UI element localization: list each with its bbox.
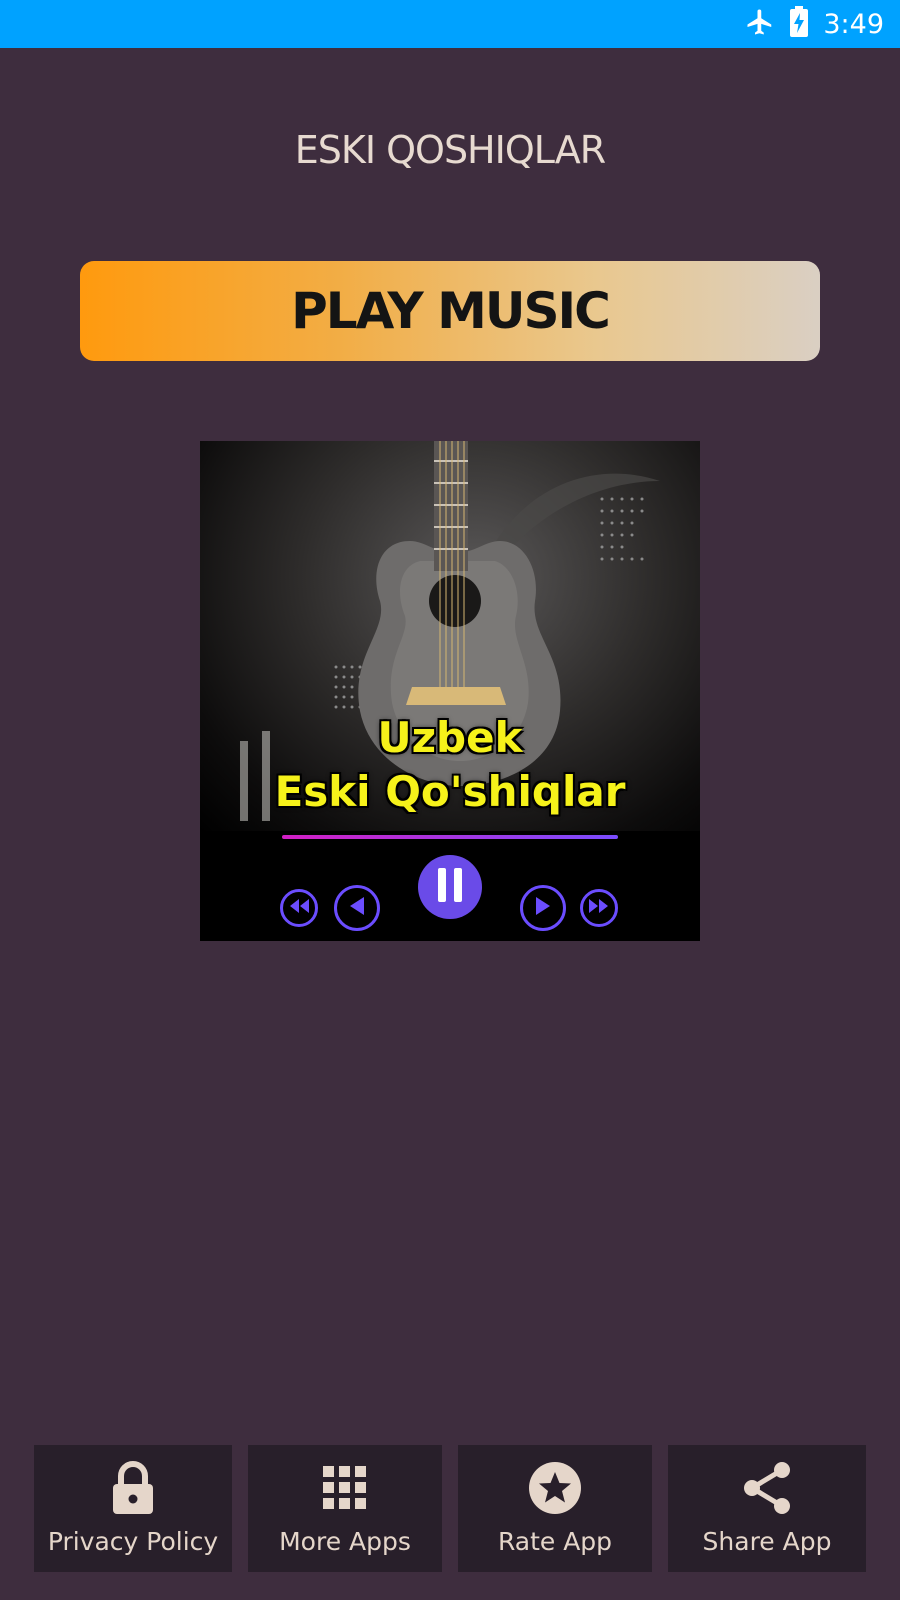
share-icon	[742, 1461, 792, 1515]
rewind-button[interactable]	[280, 889, 318, 927]
pause-button[interactable]	[418, 855, 482, 919]
player-controls	[200, 441, 700, 941]
player-card: Uzbek Eski Qo'shiqlar	[200, 441, 700, 941]
fast-forward-icon	[587, 898, 611, 919]
privacy-policy-button[interactable]: Privacy Policy	[34, 1445, 232, 1572]
app-title: ESKI QOSHIQLAR	[294, 128, 606, 172]
bottom-nav: Privacy Policy More Apps Rate App Share …	[34, 1445, 866, 1572]
status-bar: 3:49	[0, 0, 900, 48]
next-icon	[534, 896, 552, 921]
share-app-label: Share App	[702, 1527, 832, 1556]
status-icons: 3:49	[745, 0, 884, 48]
airplane-mode-icon	[745, 7, 775, 42]
previous-button[interactable]	[334, 885, 380, 931]
more-apps-button[interactable]: More Apps	[248, 1445, 442, 1572]
rewind-icon	[287, 898, 311, 919]
pause-icon	[436, 867, 464, 907]
more-apps-label: More Apps	[279, 1527, 411, 1556]
star-icon	[528, 1461, 582, 1515]
rate-app-button[interactable]: Rate App	[458, 1445, 652, 1572]
status-time: 3:49	[823, 8, 884, 40]
lock-icon	[110, 1461, 156, 1515]
previous-icon	[348, 896, 366, 921]
battery-charging-icon	[789, 5, 809, 43]
grid-icon	[323, 1461, 367, 1515]
play-music-button[interactable]: PLAY MUSIC	[80, 261, 820, 361]
privacy-policy-label: Privacy Policy	[47, 1527, 219, 1556]
next-button[interactable]	[520, 885, 566, 931]
rate-app-label: Rate App	[497, 1527, 613, 1556]
fast-forward-button[interactable]	[580, 889, 618, 927]
share-app-button[interactable]: Share App	[668, 1445, 866, 1572]
